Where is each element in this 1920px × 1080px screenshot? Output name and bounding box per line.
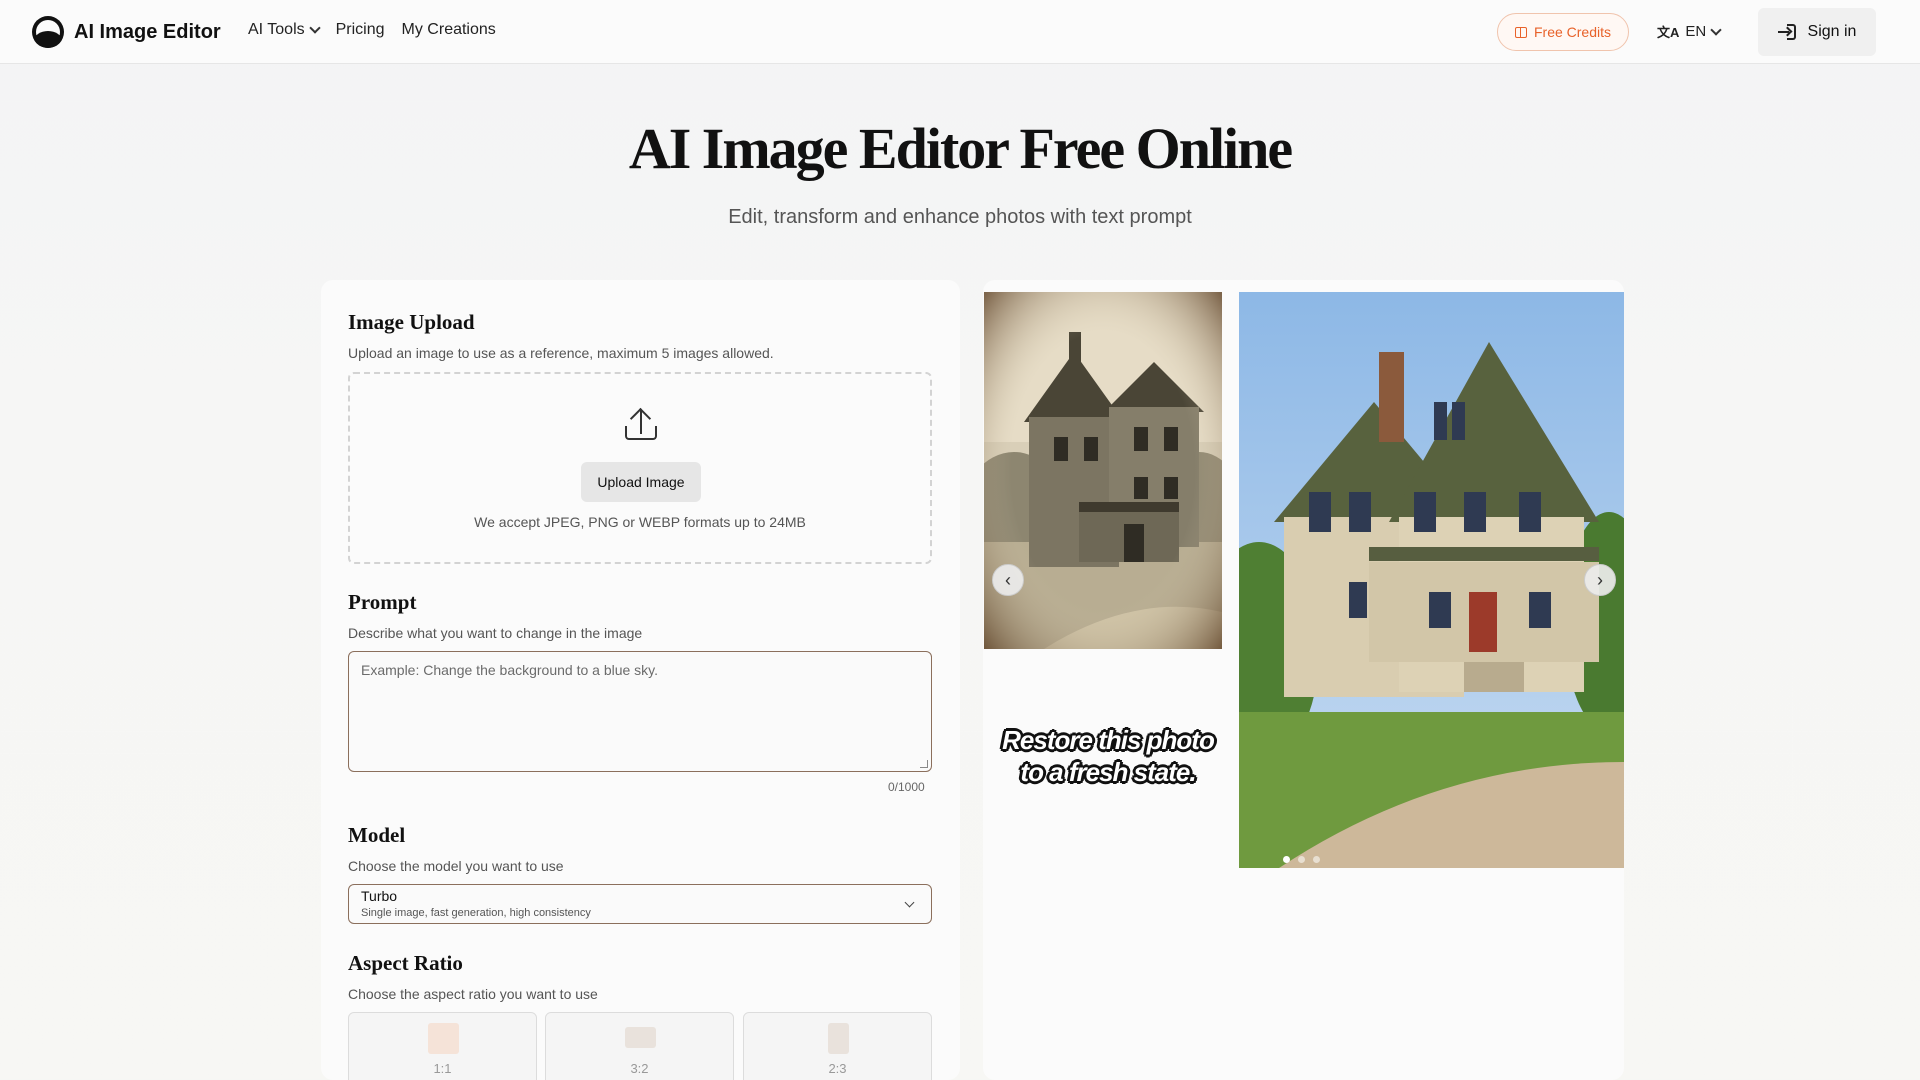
aspect-ratio-section-description: Choose the aspect ratio you want to use [348, 986, 598, 1002]
carousel-dots [1283, 856, 1320, 863]
nav-item-label: Pricing [335, 21, 385, 38]
aspect-ratio-label: 3:2 [630, 1061, 649, 1076]
sign-in-icon [1777, 23, 1796, 41]
sign-in-label: Sign in [1807, 23, 1857, 40]
prompt-section-description: Describe what you want to change in the … [348, 625, 643, 641]
prompt-placeholder: Example: Change the background to a blue… [361, 662, 659, 678]
carousel-dot[interactable] [1298, 856, 1305, 863]
free-credits-button[interactable]: Free Credits [1497, 13, 1629, 51]
upload-section-description: Upload an image to use as a reference, m… [348, 345, 774, 361]
model-selected-name: Turbo [361, 888, 398, 904]
model-section-description: Choose the model you want to use [348, 858, 564, 874]
nav-item-label: AI Tools [248, 21, 305, 38]
upload-icon [623, 407, 659, 444]
model-section-title: Model [348, 823, 406, 847]
free-credits-label: Free Credits [1533, 24, 1612, 40]
showcase-caption: Restore this photo to a fresh state. [983, 724, 1233, 788]
nav-item-my-creations[interactable]: My Creations [402, 21, 496, 39]
language-code: EN [1685, 23, 1707, 40]
nav-links: AI Tools Pricing My Creations [248, 21, 496, 39]
aspect-ratio-option-1-1[interactable]: 1:1 [348, 1012, 537, 1080]
chevron-down-icon [308, 22, 321, 34]
carousel-dot[interactable] [1313, 856, 1320, 863]
carousel-dot[interactable] [1283, 856, 1290, 863]
before-photo [984, 292, 1222, 649]
upload-dropzone[interactable]: Upload Image We accept JPEG, PNG or WEBP… [348, 372, 932, 564]
upload-format-note: We accept JPEG, PNG or WEBP formats up t… [474, 514, 806, 530]
chevron-down-icon [904, 897, 915, 908]
example-showcase: Restore this photo to a fresh state. ‹ › [983, 280, 1624, 1080]
aspect-ratio-label: 1:1 [433, 1061, 452, 1076]
landscape-ratio-icon [625, 1027, 656, 1048]
language-selector[interactable]: 文A EN [1657, 22, 1722, 41]
top-navbar: AI Image Editor AI Tools Pricing My Crea… [0, 0, 1920, 64]
carousel-next-button[interactable]: › [1584, 564, 1616, 596]
brand-name: AI Image Editor [74, 20, 221, 43]
aspect-ratio-label: 2:3 [828, 1061, 847, 1076]
aspect-ratio-option-2-3[interactable]: 2:3 [743, 1012, 932, 1080]
logo-icon [32, 16, 64, 48]
page-title: AI Image Editor Free Online [628, 116, 1293, 181]
carousel-prev-button[interactable]: ‹ [992, 564, 1024, 596]
gift-icon [1514, 26, 1527, 38]
portrait-ratio-icon [828, 1023, 849, 1054]
upload-section-title: Image Upload [348, 310, 475, 334]
model-selected-description: Single image, fast generation, high cons… [361, 907, 591, 919]
sign-in-button[interactable]: Sign in [1758, 8, 1876, 56]
prompt-section-title: Prompt [348, 590, 417, 614]
square-ratio-icon [428, 1023, 459, 1054]
translate-icon: 文A [1657, 25, 1680, 40]
caption-line: Restore this photo [1002, 725, 1215, 755]
nav-item-ai-tools[interactable]: AI Tools [248, 21, 321, 39]
after-photo [1239, 292, 1624, 868]
prompt-char-counter: 0/1000 [888, 780, 925, 794]
resize-handle-icon[interactable] [920, 760, 928, 768]
caption-line: to a fresh state. [1020, 757, 1196, 787]
upload-image-button[interactable]: Upload Image [581, 462, 701, 502]
model-select[interactable]: Turbo Single image, fast generation, hig… [348, 884, 932, 924]
chevron-down-icon [1710, 23, 1722, 36]
nav-item-pricing[interactable]: Pricing [336, 21, 385, 39]
aspect-ratio-section-title: Aspect Ratio [348, 951, 463, 975]
brand-home-link[interactable]: AI Image Editor [32, 16, 221, 48]
page-subtitle: Edit, transform and enhance photos with … [728, 206, 1192, 228]
nav-item-label: My Creations [401, 21, 496, 38]
aspect-ratio-option-3-2[interactable]: 3:2 [545, 1012, 734, 1080]
prompt-textarea[interactable]: Example: Change the background to a blue… [348, 651, 932, 772]
editor-form-panel: Image Upload Upload an image to use as a… [321, 280, 960, 1080]
